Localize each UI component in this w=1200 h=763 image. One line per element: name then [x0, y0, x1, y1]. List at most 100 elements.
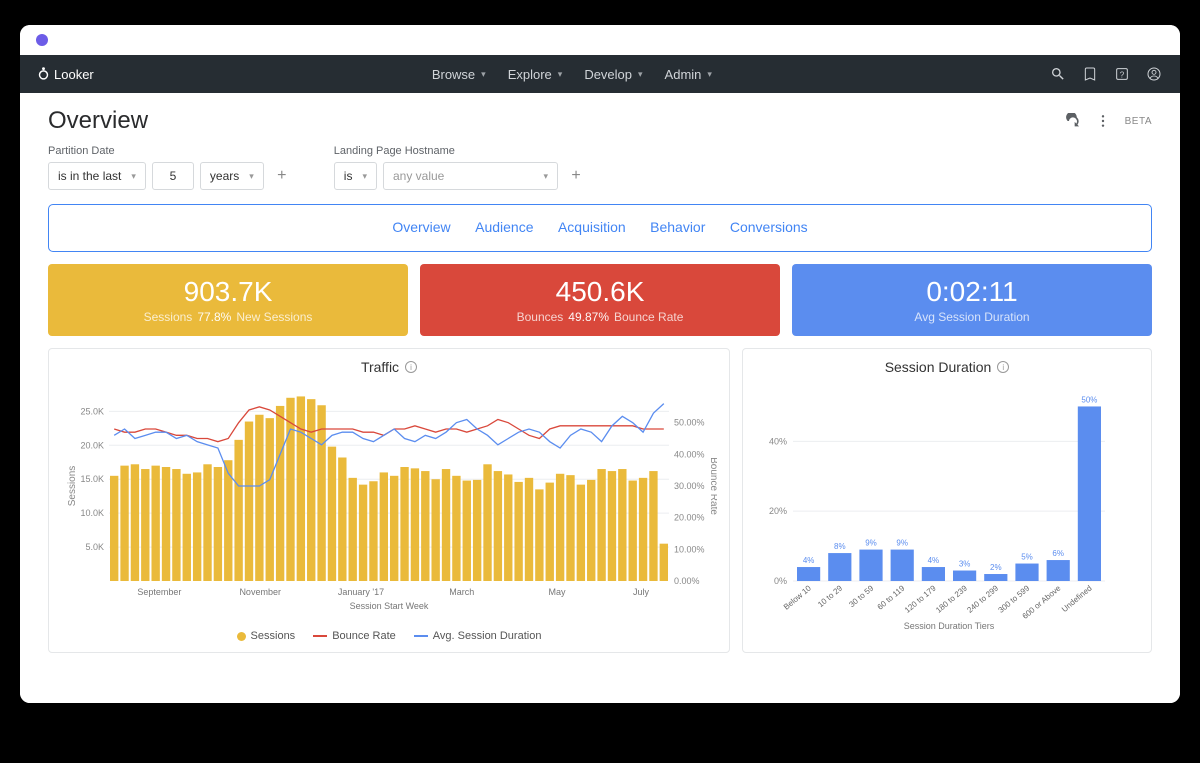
svg-text:4%: 4% [928, 556, 940, 565]
logo[interactable]: Looker [38, 66, 94, 82]
traffic-chart: 5.0K10.0K15.0K20.0K25.0K0.00%10.00%20.00… [61, 381, 717, 621]
tab-conversions[interactable]: Conversions [730, 219, 808, 235]
help-icon[interactable]: ? [1114, 66, 1130, 82]
svg-text:50%: 50% [1081, 395, 1097, 404]
tab-acquisition[interactable]: Acquisition [558, 219, 626, 235]
info-icon[interactable]: i [405, 361, 417, 373]
svg-text:10 to 29: 10 to 29 [816, 583, 844, 609]
add-filter-button[interactable]: + [564, 164, 588, 188]
traffic-light-icon[interactable] [36, 34, 48, 46]
filter-value-input[interactable]: 5 [152, 162, 194, 190]
brand-text: Looker [54, 67, 94, 82]
chevron-down-icon: ▾ [131, 171, 136, 182]
svg-text:Session Duration Tiers: Session Duration Tiers [904, 621, 995, 631]
svg-text:March: March [449, 587, 474, 597]
content: Overview BETA Partition Date is in the l… [20, 93, 1180, 703]
svg-text:2%: 2% [990, 563, 1002, 572]
chevron-down-icon: ▾ [543, 171, 548, 182]
search-icon[interactable] [1050, 66, 1066, 82]
tabs-card: Overview Audience Acquisition Behavior C… [48, 204, 1152, 252]
refresh-icon[interactable] [1065, 113, 1081, 129]
nav-develop[interactable]: Develop▾ [584, 67, 642, 82]
chevron-down-icon: ▾ [249, 171, 254, 182]
svg-text:8%: 8% [834, 542, 846, 551]
charts-row: Traffici 5.0K10.0K15.0K20.0K25.0K0.00%10… [48, 348, 1152, 653]
svg-text:20%: 20% [769, 506, 787, 516]
filter-landing-hostname: Landing Page Hostname is▾ any value▾ + [334, 145, 588, 190]
kpi-sessions[interactable]: 903.7K Sessions77.8%New Sessions [48, 264, 408, 336]
svg-text:0.00%: 0.00% [674, 576, 700, 586]
info-icon[interactable]: i [997, 361, 1009, 373]
svg-text:50.00%: 50.00% [674, 418, 705, 428]
chevron-down-icon: ▾ [481, 69, 486, 80]
filters: Partition Date is in the last▾ 5 years▾ … [48, 145, 1152, 190]
svg-text:10.0K: 10.0K [80, 508, 104, 518]
svg-text:20.00%: 20.00% [674, 513, 705, 523]
svg-text:0%: 0% [774, 576, 787, 586]
svg-text:5.0K: 5.0K [85, 542, 104, 552]
tab-behavior[interactable]: Behavior [650, 219, 705, 235]
filter-partition-date: Partition Date is in the last▾ 5 years▾ … [48, 145, 294, 190]
svg-text:Sessions: Sessions [67, 466, 78, 507]
session-duration-chart: 0%20%40%4%Below 108%10 to 299%30 to 599%… [755, 381, 1115, 637]
svg-text:Bounce Rate: Bounce Rate [708, 457, 717, 515]
svg-text:40%: 40% [769, 436, 787, 446]
kpi-row: 903.7K Sessions77.8%New Sessions 450.6K … [48, 264, 1152, 336]
svg-text:4%: 4% [803, 556, 815, 565]
nav-browse[interactable]: Browse▾ [432, 67, 486, 82]
tab-audience[interactable]: Audience [475, 219, 533, 235]
traffic-legend: Sessions Bounce Rate Avg. Session Durati… [61, 630, 717, 642]
svg-text:?: ? [1120, 70, 1125, 79]
add-filter-button[interactable]: + [270, 164, 294, 188]
chart-title: Session Duration [885, 359, 992, 375]
svg-text:40.00%: 40.00% [674, 449, 705, 459]
kpi-duration[interactable]: 0:02:11 Avg Session Duration [792, 264, 1152, 336]
svg-text:120 to 179: 120 to 179 [903, 583, 938, 615]
svg-text:240 to 299: 240 to 299 [965, 583, 1000, 615]
kpi-value: 450.6K [432, 276, 768, 308]
kpi-value: 0:02:11 [804, 276, 1140, 308]
filter-op-select[interactable]: is in the last▾ [48, 162, 146, 190]
app-window: Looker Browse▾ Explore▾ Develop▾ Admin▾ … [20, 25, 1180, 703]
filter-unit-select[interactable]: years▾ [200, 162, 264, 190]
svg-text:9%: 9% [896, 539, 908, 548]
filter-value-select[interactable]: any value▾ [383, 162, 558, 190]
svg-text:November: November [239, 587, 281, 597]
nav-explore[interactable]: Explore▾ [508, 67, 563, 82]
chart-title: Traffic [361, 359, 399, 375]
nav-center: Browse▾ Explore▾ Develop▾ Admin▾ [432, 67, 712, 82]
svg-text:9%: 9% [865, 539, 877, 548]
tab-overview[interactable]: Overview [392, 219, 450, 235]
svg-text:September: September [137, 587, 181, 597]
traffic-chart-card: Traffici 5.0K10.0K15.0K20.0K25.0K0.00%10… [48, 348, 730, 653]
page-title: Overview [48, 107, 148, 135]
svg-text:5%: 5% [1021, 553, 1033, 562]
svg-text:May: May [548, 587, 566, 597]
filter-op-select[interactable]: is▾ [334, 162, 377, 190]
svg-text:6%: 6% [1052, 549, 1064, 558]
kpi-bounces[interactable]: 450.6K Bounces49.87%Bounce Rate [420, 264, 780, 336]
nav-right: ? [1050, 66, 1162, 82]
page-actions: BETA [1065, 113, 1152, 129]
window-titlebar [20, 25, 1180, 55]
chevron-down-icon: ▾ [638, 69, 643, 80]
svg-text:July: July [633, 587, 650, 597]
chevron-down-icon: ▾ [558, 69, 563, 80]
svg-text:15.0K: 15.0K [80, 474, 104, 484]
page-header: Overview BETA [48, 107, 1152, 135]
svg-text:3%: 3% [959, 560, 971, 569]
svg-text:January '17: January '17 [338, 587, 384, 597]
session-duration-card: Session Durationi 0%20%40%4%Below 108%10… [742, 348, 1152, 653]
looker-icon [38, 66, 49, 82]
svg-text:20.0K: 20.0K [80, 440, 104, 450]
svg-text:Undefined: Undefined [1060, 584, 1094, 614]
svg-text:180 to 239: 180 to 239 [934, 583, 969, 615]
bookmark-icon[interactable] [1082, 66, 1098, 82]
filter-label: Landing Page Hostname [334, 145, 588, 157]
nav-admin[interactable]: Admin▾ [665, 67, 712, 82]
more-icon[interactable] [1095, 113, 1111, 129]
filter-label: Partition Date [48, 145, 294, 157]
account-icon[interactable] [1146, 66, 1162, 82]
chevron-down-icon: ▾ [707, 69, 712, 80]
svg-text:30 to 59: 30 to 59 [847, 583, 875, 609]
